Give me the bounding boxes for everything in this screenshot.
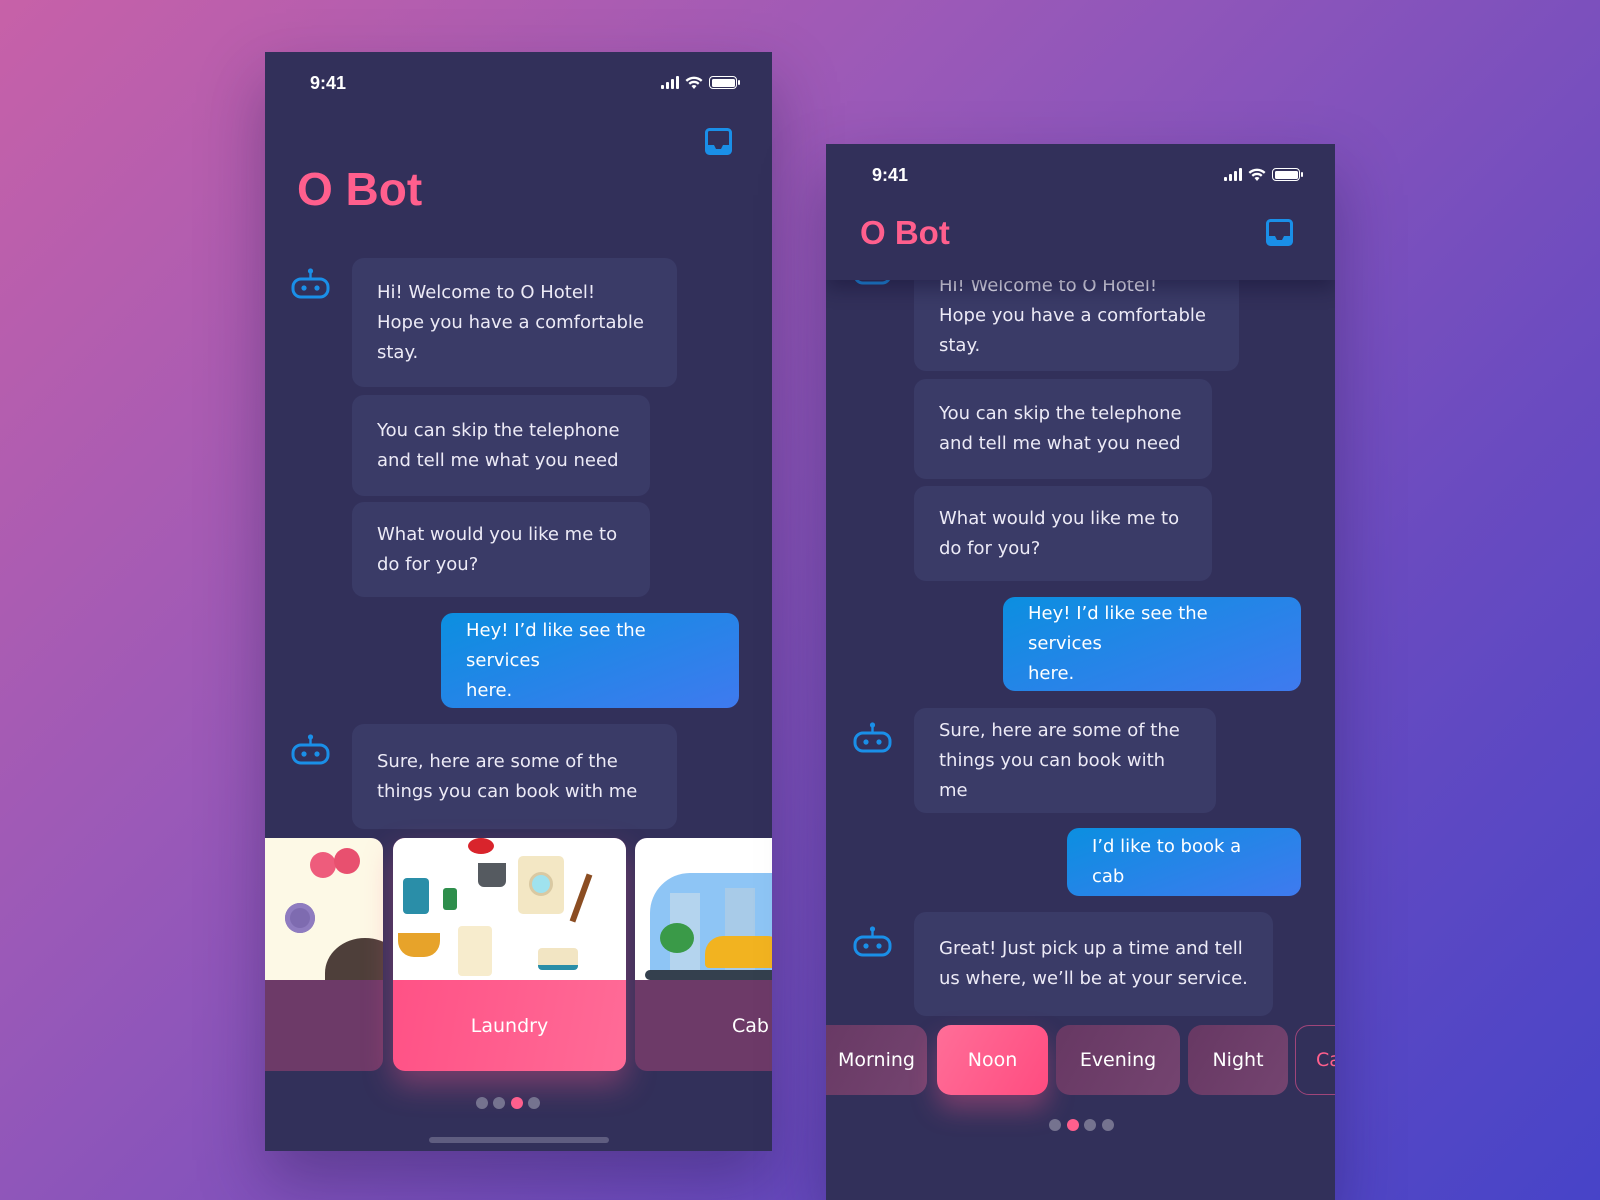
pager-dot[interactable] — [1102, 1119, 1114, 1131]
message-line: and tell me what you need — [377, 449, 619, 471]
pager-dot[interactable] — [1049, 1119, 1061, 1131]
battery-icon — [1272, 168, 1303, 181]
message-line: things you can book with me — [377, 780, 638, 802]
pager-dot[interactable] — [1084, 1119, 1096, 1131]
time-chip-evening[interactable]: Evening — [1056, 1025, 1180, 1095]
time-chip-noon[interactable]: Noon — [937, 1025, 1048, 1095]
robot-icon — [291, 268, 330, 300]
message-line: us where, we’ll be at your service. — [939, 968, 1248, 989]
home-indicator[interactable] — [429, 1137, 609, 1143]
bot-message: Hi! Welcome to O Hotel! Hope you have a … — [352, 258, 677, 387]
time-chip-morning[interactable]: Morning — [826, 1025, 927, 1095]
cab-image — [635, 838, 772, 980]
message-line: here. — [466, 679, 513, 701]
message-line: Hey! I’d like see the services — [1028, 603, 1208, 654]
message-line: and tell me what you need — [939, 433, 1181, 454]
message-line: Sure, here are some of the — [377, 750, 618, 772]
user-message: I’d like to book a cab — [1067, 828, 1301, 896]
right-phone-screen: 9:41 O Bot Hi! Welcome to O Hotel! Hope … — [826, 144, 1335, 1200]
message-line: stay. — [939, 335, 981, 356]
service-card-laundry[interactable]: Laundry — [393, 838, 626, 1071]
wifi-icon — [1248, 168, 1266, 181]
service-card[interactable] — [265, 838, 383, 1071]
status-time: 9:41 — [872, 165, 909, 185]
pager-dot-active[interactable] — [1067, 1119, 1079, 1131]
pager-dot-active[interactable] — [511, 1097, 523, 1109]
message-line: do for you? — [939, 537, 1041, 559]
message-line: stay. — [377, 341, 419, 363]
bot-message: You can skip the telephone and tell me w… — [352, 395, 650, 496]
message-line: things you can book with me — [939, 749, 1166, 801]
message-line: Great! Just pick up a time and tell — [939, 938, 1243, 959]
message-line: What would you like me to — [377, 523, 618, 545]
user-message: Hey! I’d like see the services here. — [441, 613, 739, 708]
card-label: Laundry — [470, 1014, 549, 1037]
bot-message: Great! Just pick up a time and tell us w… — [914, 912, 1273, 1016]
message-line: Hope you have a comfortable — [939, 305, 1206, 326]
laundry-image — [393, 838, 626, 980]
card-image — [265, 838, 383, 980]
pager-dot[interactable] — [476, 1097, 488, 1109]
wifi-icon — [685, 76, 703, 89]
robot-icon — [291, 734, 330, 766]
bot-message: What would you like me to do for you? — [352, 502, 650, 597]
message-line: I’d like to book a cab — [1092, 836, 1242, 887]
signal-icon — [661, 76, 679, 89]
page-title: O Bot — [860, 214, 950, 251]
service-card-cab[interactable]: Cab — [635, 838, 772, 1071]
status-time: 9:41 — [310, 73, 347, 93]
message-line: Sure, here are some of the — [939, 719, 1180, 741]
message-line: do for you? — [377, 553, 479, 575]
time-chip-night[interactable]: Night — [1188, 1025, 1288, 1095]
bot-message: Sure, here are some of the things you ca… — [352, 724, 677, 829]
message-line: Hope you have a comfortable — [377, 311, 644, 333]
message-line: Hi! Welcome to O Hotel! — [377, 281, 596, 303]
header-bar: 9:41 O Bot — [826, 144, 1335, 280]
message-line: Hey! I’d like see the services — [466, 619, 646, 671]
left-phone-screen: 9:41 O Bot Hi! Welcome to O Hotel! Hope … — [265, 52, 772, 1151]
message-line: You can skip the telephone — [377, 419, 620, 441]
bot-message: Sure, here are some of the things you ca… — [914, 708, 1216, 813]
robot-icon — [853, 926, 892, 958]
robot-icon — [853, 722, 892, 754]
time-chip-partial[interactable]: Ca — [1295, 1025, 1335, 1095]
bot-message: You can skip the telephone and tell me w… — [914, 379, 1212, 479]
message-line: What would you like me to — [939, 507, 1180, 529]
user-message: Hey! I’d like see the services here. — [1003, 597, 1301, 691]
message-line: You can skip the telephone — [939, 403, 1182, 424]
signal-icon — [1224, 168, 1242, 181]
inbox-icon[interactable] — [705, 128, 732, 155]
page-title: O Bot — [297, 163, 423, 215]
card-label — [265, 980, 383, 1071]
status-icons — [1224, 168, 1303, 181]
card-label: Cab — [732, 1014, 769, 1037]
battery-icon — [709, 76, 740, 89]
pager-dot[interactable] — [528, 1097, 540, 1109]
pager-dot[interactable] — [493, 1097, 505, 1109]
message-line: here. — [1028, 663, 1075, 684]
status-icons — [661, 76, 740, 89]
bot-message: What would you like me to do for you? — [914, 486, 1212, 581]
inbox-icon[interactable] — [1266, 219, 1293, 246]
